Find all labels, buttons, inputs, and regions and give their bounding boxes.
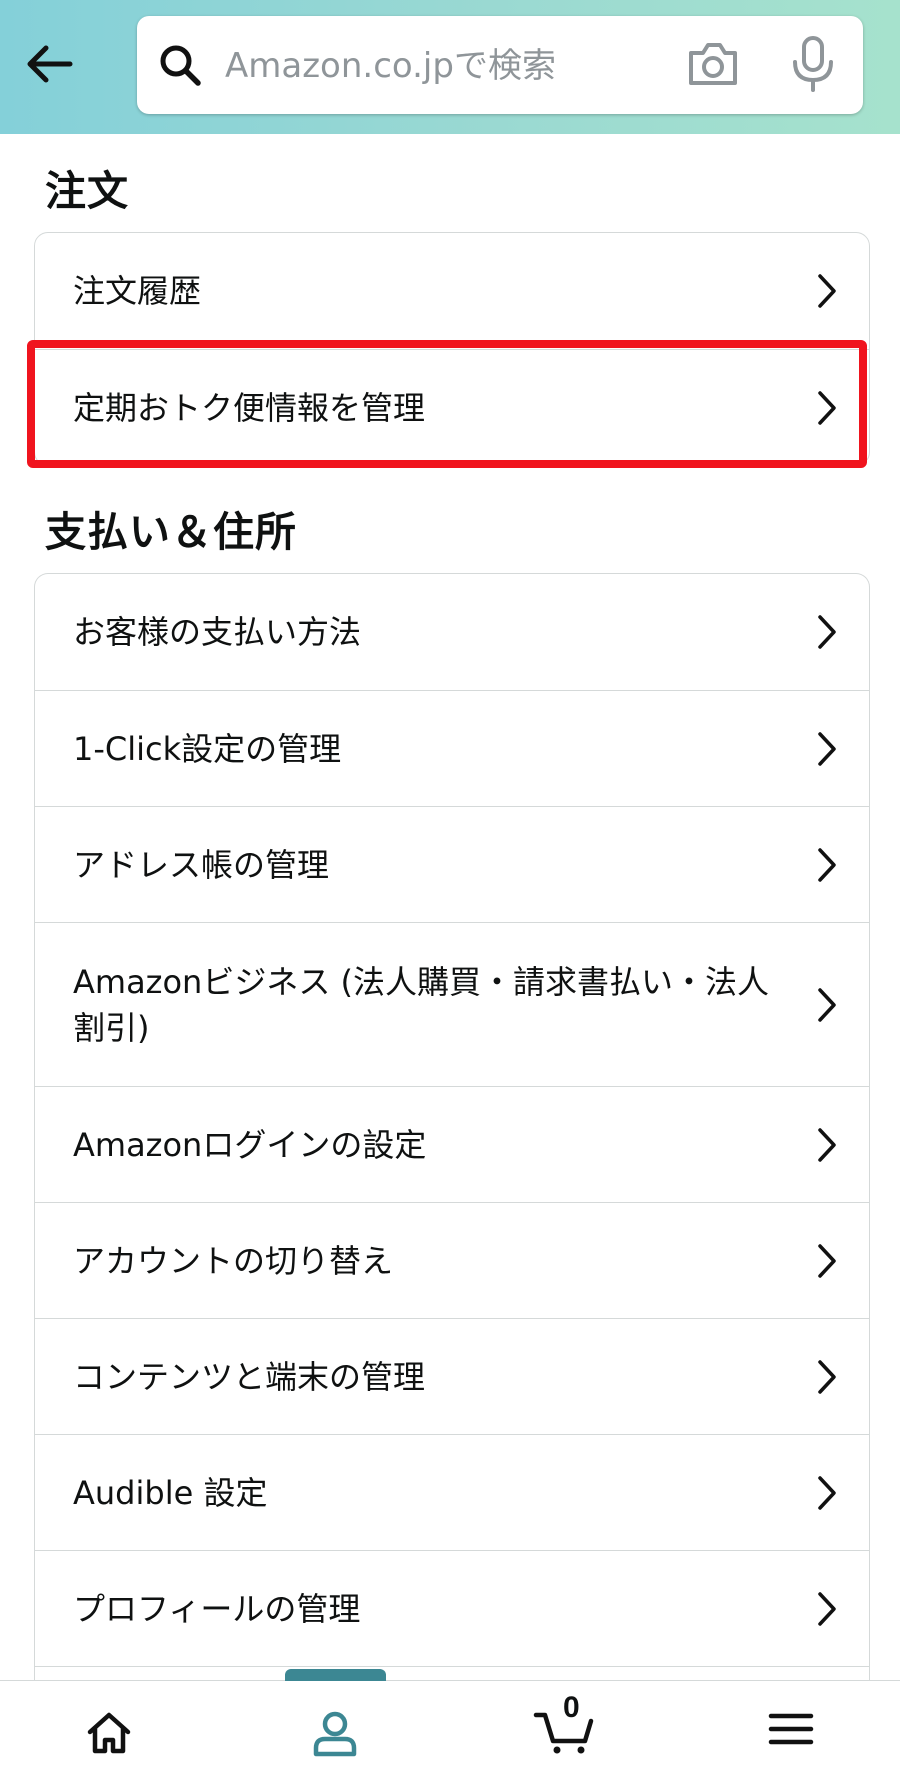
list-item-label: お客様の支払い方法 [73,613,362,651]
menu-icon [768,1713,814,1745]
list-item-label: コンテンツと端末の管理 [73,1357,426,1396]
list-item-amazon-login-settings[interactable]: Amazonログインの設定 [35,1086,869,1202]
list-item-label: Amazonビジネス (法人購買・請求書払い・法人割引) [73,962,769,1047]
home-icon [87,1712,131,1754]
chevron-right-icon [818,847,836,882]
chevron-right-icon [818,731,836,766]
chevron-right-icon [818,1475,836,1510]
list-item-switch-accounts[interactable]: アカウントの切り替え [35,1202,869,1318]
chevron-right-icon [818,274,836,308]
bottom-navigation: 0 [0,1669,900,1790]
search-box[interactable] [137,16,863,114]
chevron-right-icon [818,1591,836,1626]
list-item-content-and-devices[interactable]: コンテンツと端末の管理 [35,1318,869,1434]
list-item-audible-settings[interactable]: Audible 設定 [35,1434,869,1550]
back-button[interactable] [22,34,82,94]
payments-card: お客様の支払い方法 1-Click設定の管理 アドレス帳の管理 Amazonビジ… [34,573,870,1699]
list-item-label: アカウントの切り替え [73,1241,394,1280]
section-title-orders: 注文 [45,167,129,215]
list-item-label: 定期おトク便情報を管理 [73,388,426,427]
nav-menu[interactable] [716,1681,866,1790]
list-item-label: Audible 設定 [73,1473,268,1512]
active-tab-indicator [285,1669,386,1681]
camera-icon[interactable] [685,38,741,90]
orders-card: 注文履歴 定期おトク便情報を管理 [34,232,870,466]
list-item-address-book[interactable]: アドレス帳の管理 [35,806,869,922]
nav-cart[interactable]: 0 [490,1681,640,1790]
chevron-right-icon [818,1359,836,1394]
chevron-right-icon [818,390,836,425]
list-item-1click-settings[interactable]: 1-Click設定の管理 [35,690,869,806]
chevron-right-icon [818,1243,836,1278]
list-item-order-history[interactable]: 注文履歴 [35,233,869,349]
list-item-profile-management[interactable]: プロフィールの管理 [35,1550,869,1666]
nav-home[interactable] [34,1681,184,1790]
list-item-label: アドレス帳の管理 [73,845,330,884]
search-input[interactable] [223,34,687,98]
list-item-label: 1-Click設定の管理 [73,729,342,768]
nav-account[interactable] [260,1681,410,1790]
search-icon [160,45,201,86]
list-item-payment-methods[interactable]: お客様の支払い方法 [35,574,869,690]
chevron-right-icon [818,1127,836,1162]
chevron-right-icon [818,615,836,649]
section-title-payments-addresses: 支払い＆住所 [45,508,297,556]
chevron-right-icon [818,987,836,1022]
back-arrow-icon [27,45,73,83]
cart-icon [533,1712,594,1754]
list-item-label: プロフィールの管理 [73,1589,361,1628]
account-icon [313,1711,357,1757]
microphone-icon[interactable] [785,34,841,96]
list-item-subscribe-and-save[interactable]: 定期おトク便情報を管理 [35,349,869,465]
list-item-label: Amazonログインの設定 [73,1125,427,1164]
list-item-amazon-business[interactable]: Amazonビジネス (法人購買・請求書払い・法人割引) [35,922,869,1086]
top-search-bar [0,0,900,134]
list-item-label: 注文履歴 [73,272,202,310]
